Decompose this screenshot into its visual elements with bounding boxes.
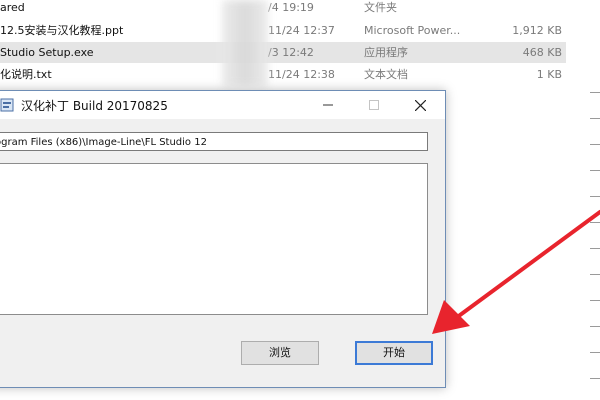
file-row[interactable]: 12.5安装与汉化教程.ppt 11/24 12:37 Microsoft Po… — [0, 20, 566, 41]
patch-dialog: 汉化补丁 Build 20170825 ogram Files (x86)\Im… — [0, 90, 446, 388]
install-path-field[interactable]: ogram Files (x86)\Image-Line\FL Studio 1… — [0, 132, 428, 151]
file-name: Studio Setup.exe — [0, 46, 94, 59]
file-date: 11/24 12:37 — [268, 24, 335, 37]
maximize-button[interactable] — [355, 91, 393, 119]
file-type: 应用程序 — [364, 46, 408, 59]
file-row[interactable]: 化说明.txt 11/24 12:38 文本文档 1 KB — [0, 64, 566, 85]
file-size: 1,912 KB — [512, 24, 562, 37]
file-date: /4 19:19 — [268, 1, 314, 14]
file-type: Microsoft Power... — [364, 24, 461, 37]
minimize-icon — [323, 104, 333, 106]
file-type: 文本文档 — [364, 68, 408, 81]
maximize-icon — [369, 100, 379, 110]
title-bar[interactable]: 汉化补丁 Build 20170825 — [0, 91, 445, 119]
file-list: ared /4 19:19 文件夹 12.5安装与汉化教程.ppt 11/24 … — [0, 0, 600, 92]
file-name: 化说明.txt — [0, 68, 52, 81]
file-name: 12.5安装与汉化教程.ppt — [0, 24, 124, 37]
file-type: 文件夹 — [364, 1, 397, 14]
minimize-button[interactable] — [309, 91, 347, 119]
blurred-region — [222, 0, 268, 86]
file-size: 1 KB — [536, 68, 562, 81]
file-date: 11/24 12:38 — [268, 68, 335, 81]
close-button[interactable] — [401, 91, 439, 119]
dialog-title: 汉化补丁 Build 20170825 — [21, 99, 168, 113]
patch-app-icon — [0, 97, 14, 112]
file-row-selected[interactable]: Studio Setup.exe /3 12:42 应用程序 468 KB — [0, 42, 566, 63]
scroll-edge-marks — [588, 0, 600, 400]
file-name: ared — [0, 1, 25, 14]
file-row[interactable]: ared /4 19:19 文件夹 — [0, 0, 566, 18]
browse-button[interactable]: 浏览 — [241, 341, 319, 365]
start-button[interactable]: 开始 — [355, 341, 433, 365]
file-size: 468 KB — [522, 46, 562, 59]
log-textarea[interactable] — [0, 163, 428, 315]
file-date: /3 12:42 — [268, 46, 314, 59]
close-icon — [414, 99, 426, 111]
